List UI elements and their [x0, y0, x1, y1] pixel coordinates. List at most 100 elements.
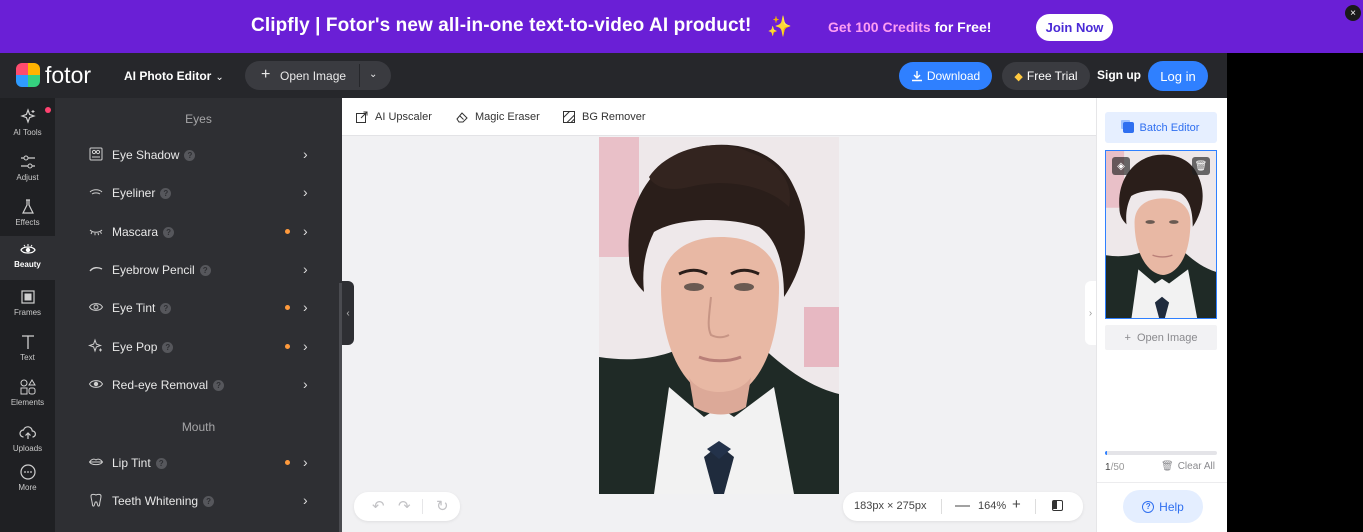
logo-text[interactable]: fotor [45, 62, 91, 89]
help-icon[interactable]: ? [162, 342, 174, 353]
close-icon[interactable]: × [1345, 5, 1361, 21]
help-icon[interactable]: ? [213, 380, 225, 391]
help-icon[interactable]: ? [160, 188, 172, 199]
photo-canvas-image[interactable] [599, 137, 839, 494]
batch-icon [1122, 122, 1134, 133]
compare-icon[interactable] [1052, 500, 1063, 511]
section-heading-mouth: Mouth [181, 420, 216, 434]
frame-icon [20, 290, 35, 304]
promo-credits: Get 100 Credits for Free! [828, 19, 991, 35]
zoom-out-button[interactable]: — [955, 497, 970, 514]
rail-item-effects[interactable]: Effects [0, 194, 55, 237]
join-now-button[interactable]: Join Now [1036, 14, 1113, 41]
help-icon[interactable]: ? [160, 303, 172, 314]
image-thumbnail[interactable]: ◈ 🗑 [1105, 150, 1217, 319]
bg-remover-button[interactable]: BG Remover [562, 110, 646, 124]
divider [422, 499, 423, 514]
undo-icon[interactable]: ↶ [372, 497, 385, 515]
tool-label-text: Eye Pop [112, 340, 158, 354]
help-icon[interactable]: ? [203, 496, 215, 507]
free-trial-label: Free Trial [1026, 69, 1078, 83]
eye-icon [19, 244, 36, 254]
help-icon[interactable]: ? [199, 265, 211, 276]
tool-eye-tint[interactable]: Eye Tint? › [85, 297, 315, 319]
divider [1035, 499, 1036, 514]
layers-icon[interactable]: ◈ [1112, 157, 1130, 175]
tool-eyeliner[interactable]: Eyeliner? › [85, 182, 315, 204]
diamond-icon: ◆ [1014, 70, 1023, 83]
help-label: Help [1159, 499, 1184, 514]
trash-icon[interactable]: 🗑 [1192, 157, 1210, 175]
sliders-icon [20, 155, 35, 169]
help-icon[interactable]: ? [184, 150, 196, 161]
portrait-image [599, 137, 839, 494]
open-image-secondary-button[interactable]: + Open Image [1105, 325, 1217, 350]
rail-label: AI Tools [13, 128, 42, 137]
collapse-panel-handle[interactable]: ‹ [342, 281, 354, 345]
clear-all-label: Clear All [1177, 461, 1215, 472]
rail-item-ai-tools[interactable]: AI Tools [0, 104, 55, 147]
tool-label-text: Red-eye Removal [112, 378, 209, 392]
sign-up-link[interactable]: Sign up [1097, 68, 1141, 82]
red-eye-icon [88, 380, 104, 388]
tool-label: Eye Pop? [112, 340, 174, 354]
outside-viewport [1227, 53, 1363, 532]
rail-item-uploads[interactable]: Uploads [0, 420, 55, 463]
eyeliner-icon [89, 189, 103, 195]
chevron-right-icon: › [303, 492, 308, 508]
premium-dot [285, 305, 290, 310]
help-icon[interactable]: ? [163, 227, 175, 238]
rail-item-elements[interactable]: Elements [0, 374, 55, 417]
zoom-in-button[interactable]: + [1012, 496, 1021, 513]
sparkle-icon: ✨ [767, 16, 792, 38]
tool-lip-tint[interactable]: Lip Tint? › [85, 452, 315, 474]
rail-label: Text [20, 353, 35, 362]
portrait-thumbnail [1106, 151, 1216, 318]
zoom-level[interactable]: 164% [978, 500, 1006, 512]
chevron-left-icon: ‹ [346, 307, 350, 319]
promo-credits-highlight: Get 100 Credits [828, 19, 931, 35]
tool-red-eye-removal[interactable]: Red-eye Removal? › [85, 374, 315, 396]
tool-eyebrow-pencil[interactable]: Eyebrow Pencil? › [85, 259, 315, 281]
open-image-button[interactable]: + Open Image ⌄ [245, 61, 391, 90]
chevron-right-icon: › [1088, 307, 1093, 319]
tool-label: Eye Shadow? [112, 148, 196, 162]
help-icon[interactable]: ? [155, 458, 167, 469]
tool-teeth-whitening[interactable]: Teeth Whitening? › [85, 490, 315, 512]
editor-menu[interactable]: AI Photo Editor ⌄ [124, 69, 224, 83]
expand-right-panel-handle[interactable]: › [1085, 281, 1096, 345]
rail-item-adjust[interactable]: Adjust [0, 149, 55, 192]
tool-eye-pop[interactable]: Eye Pop? › [85, 336, 315, 358]
premium-dot [285, 229, 290, 234]
rail-item-frames[interactable]: Frames [0, 284, 55, 327]
tool-label-text: Mascara [112, 225, 159, 239]
free-trial-button[interactable]: ◆ Free Trial [1002, 62, 1090, 90]
promo-headline[interactable]: Clipfly | Fotor's new all-in-one text-to… [251, 15, 751, 37]
fotor-logo-icon[interactable] [16, 63, 40, 87]
download-button[interactable]: Download [899, 62, 992, 90]
upscale-icon [356, 111, 368, 123]
reset-icon[interactable]: ↻ [436, 497, 449, 515]
editor-menu-label: AI Photo Editor [124, 69, 212, 83]
batch-editor-button[interactable]: Batch Editor [1105, 112, 1217, 143]
divider [1097, 482, 1227, 483]
magic-eraser-button[interactable]: Magic Eraser [455, 110, 540, 124]
rail-item-more[interactable]: More [0, 459, 55, 502]
rail-item-beauty[interactable]: Beauty [0, 236, 55, 280]
help-button[interactable]: ? Help [1123, 490, 1203, 523]
download-icon [911, 71, 922, 82]
tool-eye-shadow[interactable]: Eye Shadow? › [85, 144, 315, 166]
tool-mascara[interactable]: Mascara? › [85, 221, 315, 243]
redo-icon[interactable]: ↷ [398, 497, 411, 515]
image-count: 1/50 [1105, 462, 1124, 473]
beauty-panel: Eyes Eye Shadow? › Eyeliner? › Mascara? … [55, 98, 342, 532]
chevron-down-icon: ⌄ [215, 72, 224, 83]
rail-item-text[interactable]: Text [0, 329, 55, 372]
rail-label: More [18, 483, 37, 492]
clear-all-button[interactable]: 🗑 Clear All [1161, 461, 1215, 472]
chevron-down-icon[interactable]: ⌄ [369, 69, 377, 80]
log-in-button[interactable]: Log in [1148, 61, 1208, 91]
tool-label: Mascara? [112, 225, 175, 239]
ai-upscaler-button[interactable]: AI Upscaler [355, 110, 432, 124]
open-image-secondary-label: Open Image [1136, 331, 1198, 344]
